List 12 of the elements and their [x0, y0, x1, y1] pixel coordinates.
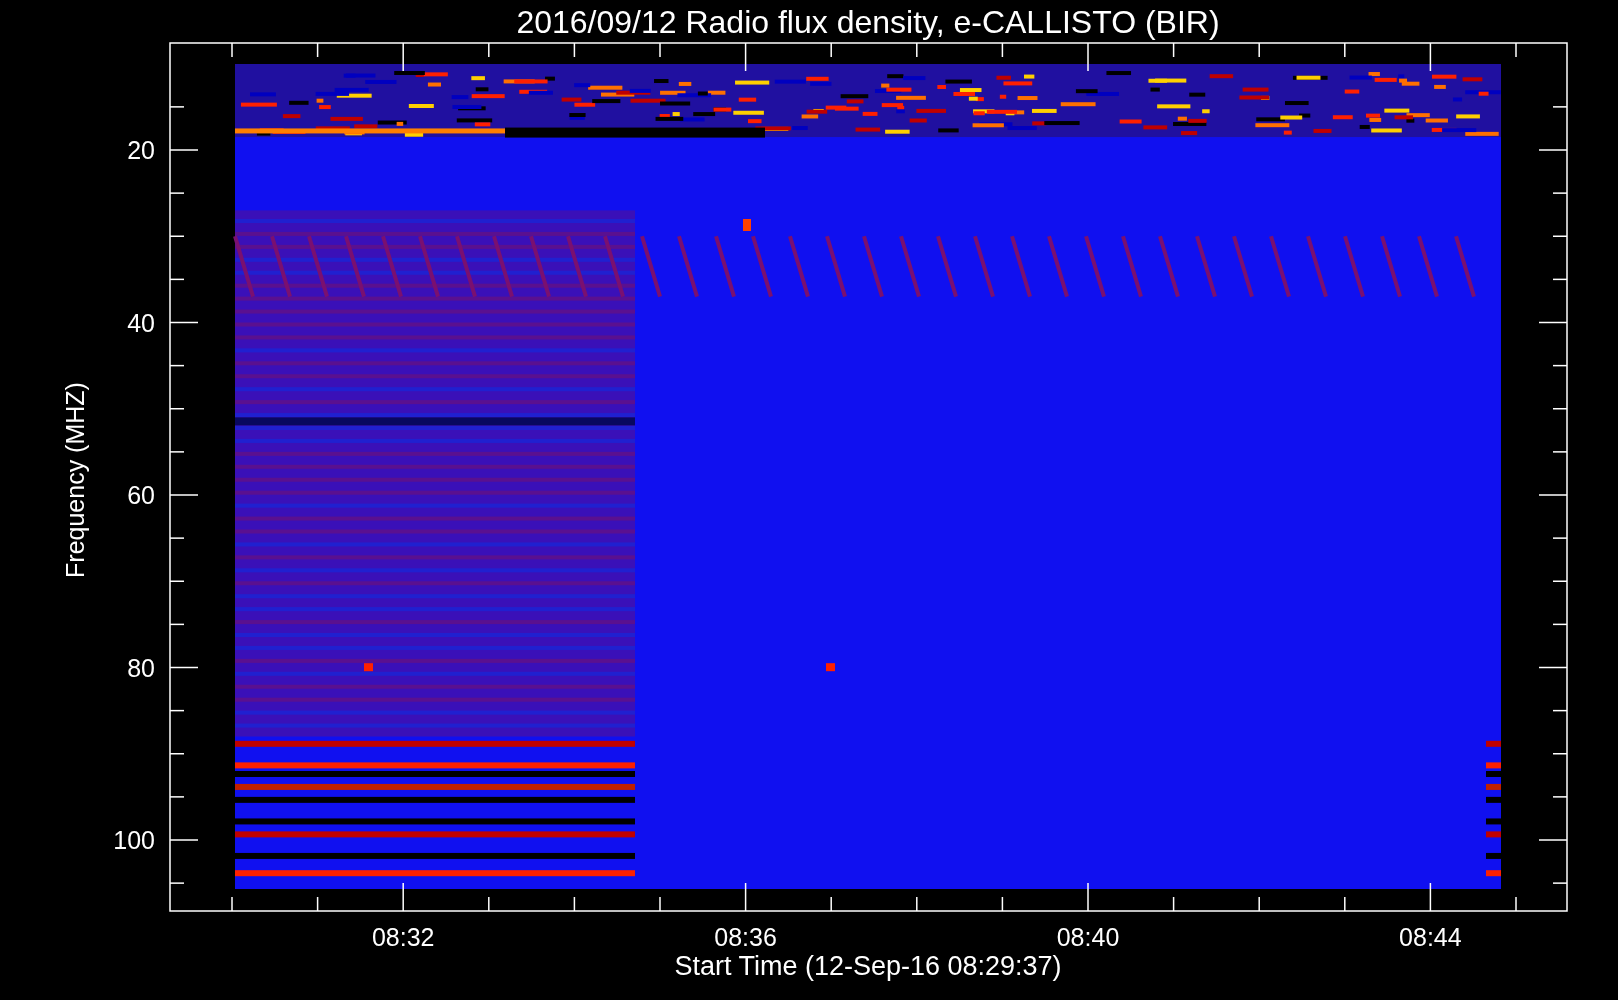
y-tick-label: 40 [127, 308, 155, 337]
y-tick-label: 80 [127, 653, 155, 682]
x-tick-label: 08:44 [1399, 923, 1462, 951]
y-tick-label: 100 [113, 826, 155, 854]
x-axis-label: Start Time (12-Sep-16 08:29:37) [674, 951, 1062, 981]
x-tick-label: 08:40 [1056, 923, 1120, 951]
y-tick-label: 20 [127, 136, 155, 164]
x-tick-label: 08:36 [714, 923, 777, 951]
chart-title: 2016/09/12 Radio flux density, e-CALLISTO (BIR) [516, 4, 1220, 40]
y-tick-label: 60 [127, 481, 155, 509]
y-axis-label: Frequency (MHZ) [61, 382, 89, 578]
x-tick-label: 08:32 [371, 923, 435, 951]
